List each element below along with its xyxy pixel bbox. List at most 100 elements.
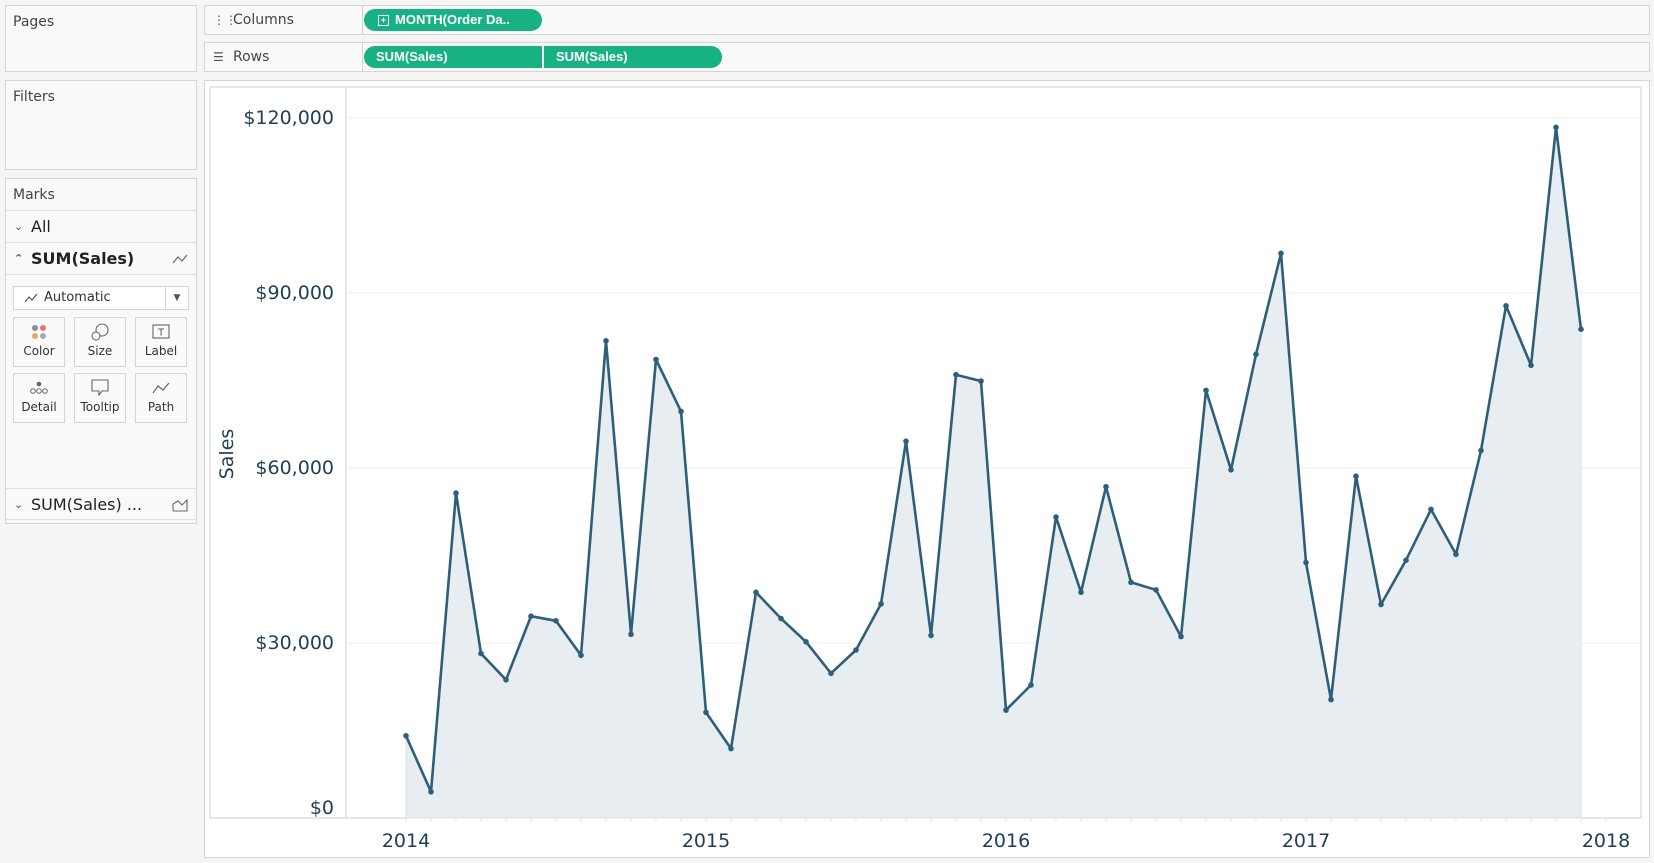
mark-type-label: Automatic (44, 290, 111, 305)
detail-label: Detail (21, 400, 57, 414)
svg-text:T: T (157, 328, 165, 339)
marks-title: Marks (13, 187, 55, 203)
color-label: Color (23, 344, 55, 358)
data-point (1003, 707, 1009, 713)
data-point (1453, 551, 1459, 558)
data-point (1078, 589, 1084, 596)
data-point (978, 378, 984, 384)
dropdown-arrow-icon[interactable]: ▼ (165, 287, 188, 309)
chevron-down-icon: ⌄ (14, 220, 24, 233)
rows-icon: ☰ (213, 50, 224, 64)
data-point (453, 490, 459, 496)
sales-area-chart[interactable]: $0 $30,000 $60,000 $90,000 $120,000 2014 2015… (205, 81, 1649, 857)
rows-label: Rows (233, 49, 270, 65)
path-label: Path (147, 400, 175, 414)
pages-title: Pages (13, 14, 55, 30)
data-point (1428, 506, 1434, 513)
y-tick-label: $0 (310, 797, 334, 819)
color-icon (14, 318, 64, 344)
rows-pill-sales-1[interactable]: SUM(Sales) (364, 46, 542, 68)
data-point (1503, 303, 1509, 309)
data-point (1353, 473, 1359, 480)
data-point (1378, 601, 1384, 608)
marks-card-all[interactable]: ⌄ All (6, 211, 196, 243)
data-point (928, 632, 934, 639)
data-point (1178, 633, 1184, 640)
data-point (1578, 326, 1584, 332)
chart-view: $0 $30,000 $60,000 $90,000 $120,000 2014 2015… (204, 80, 1650, 858)
filters-panel[interactable]: Filters (5, 80, 197, 170)
size-button[interactable]: Size (74, 317, 126, 367)
chevron-up-icon: ⌃ (14, 252, 24, 265)
data-point (903, 438, 909, 445)
data-point (753, 589, 759, 596)
x-tick-label: 2016 (982, 830, 1030, 852)
path-icon (136, 374, 186, 400)
data-point (1328, 696, 1334, 703)
data-point (1203, 387, 1209, 394)
data-point (803, 639, 809, 645)
size-label: Size (87, 344, 113, 358)
y-tick-label: $90,000 (255, 282, 334, 304)
tooltip-label: Tooltip (80, 400, 120, 414)
data-point (603, 338, 609, 344)
detail-button[interactable]: Detail (13, 373, 65, 423)
data-point (578, 652, 584, 659)
data-point (728, 745, 734, 752)
x-tick-label: 2018 (1582, 830, 1630, 852)
marks-all-label: All (31, 217, 51, 236)
y-tick-label: $120,000 (243, 107, 334, 129)
data-point (1278, 250, 1284, 257)
data-point (503, 677, 509, 683)
columns-pill-label: MONTH(Order Da.. (395, 12, 510, 27)
data-point (1128, 579, 1134, 586)
columns-icon: ⋮⋮ (213, 13, 237, 27)
data-point (1103, 483, 1109, 490)
expand-icon[interactable]: + (378, 15, 389, 26)
path-button[interactable]: Path (135, 373, 187, 423)
data-point (1553, 124, 1559, 131)
columns-label: Columns (233, 12, 294, 28)
columns-shelf-label: ⋮⋮Columns (205, 6, 363, 34)
data-point (403, 733, 409, 739)
x-tick-label: 2017 (1282, 830, 1330, 852)
color-button[interactable]: Color (13, 317, 65, 367)
marks-card1-label: SUM(Sales) (31, 249, 135, 268)
marks-card-sum-sales-2[interactable]: ⌄ SUM(Sales) ... (6, 488, 196, 520)
data-point (1403, 557, 1409, 563)
rows-pill-1-label: SUM(Sales) (376, 49, 448, 64)
size-icon (75, 318, 125, 344)
columns-pill-month[interactable]: + MONTH(Order Da.. (364, 9, 542, 31)
data-point (428, 789, 434, 795)
chevron-down-icon: ⌄ (14, 498, 24, 511)
data-point (1028, 682, 1034, 688)
data-point (1303, 559, 1309, 566)
tooltip-icon (75, 374, 125, 400)
y-tick-label: $60,000 (255, 457, 334, 479)
mark-type-dropdown[interactable]: Automatic ▼ (13, 286, 189, 310)
area-mark-icon (172, 499, 188, 512)
data-point (628, 631, 634, 638)
data-point (653, 356, 659, 363)
data-point (1528, 362, 1534, 369)
data-point (1228, 467, 1234, 473)
rows-shelf-label: ☰ Rows (205, 43, 363, 71)
rows-pill-sales-2[interactable]: SUM(Sales) (544, 46, 722, 68)
label-button[interactable]: T Label (135, 317, 187, 367)
sales-area (405, 127, 1582, 819)
line-mark-icon (172, 254, 188, 264)
label-label: Label (144, 344, 178, 358)
pages-panel[interactable]: Pages (5, 5, 197, 72)
detail-icon (14, 374, 64, 400)
x-tick-label: 2014 (382, 830, 430, 852)
data-point (678, 408, 684, 415)
y-axis-label: Sales (216, 429, 238, 480)
tooltip-button[interactable]: Tooltip (74, 373, 126, 423)
x-tick-label: 2015 (682, 830, 730, 852)
marks-card-sum-sales[interactable]: ⌃ SUM(Sales) (6, 243, 196, 275)
rows-shelf[interactable]: ☰ Rows SUM(Sales) SUM(Sales) (204, 42, 1650, 72)
data-point (1053, 514, 1059, 520)
y-tick-label: $30,000 (255, 632, 334, 654)
data-point (853, 647, 859, 653)
columns-shelf[interactable]: ⋮⋮Columns + MONTH(Order Da.. (204, 5, 1650, 35)
